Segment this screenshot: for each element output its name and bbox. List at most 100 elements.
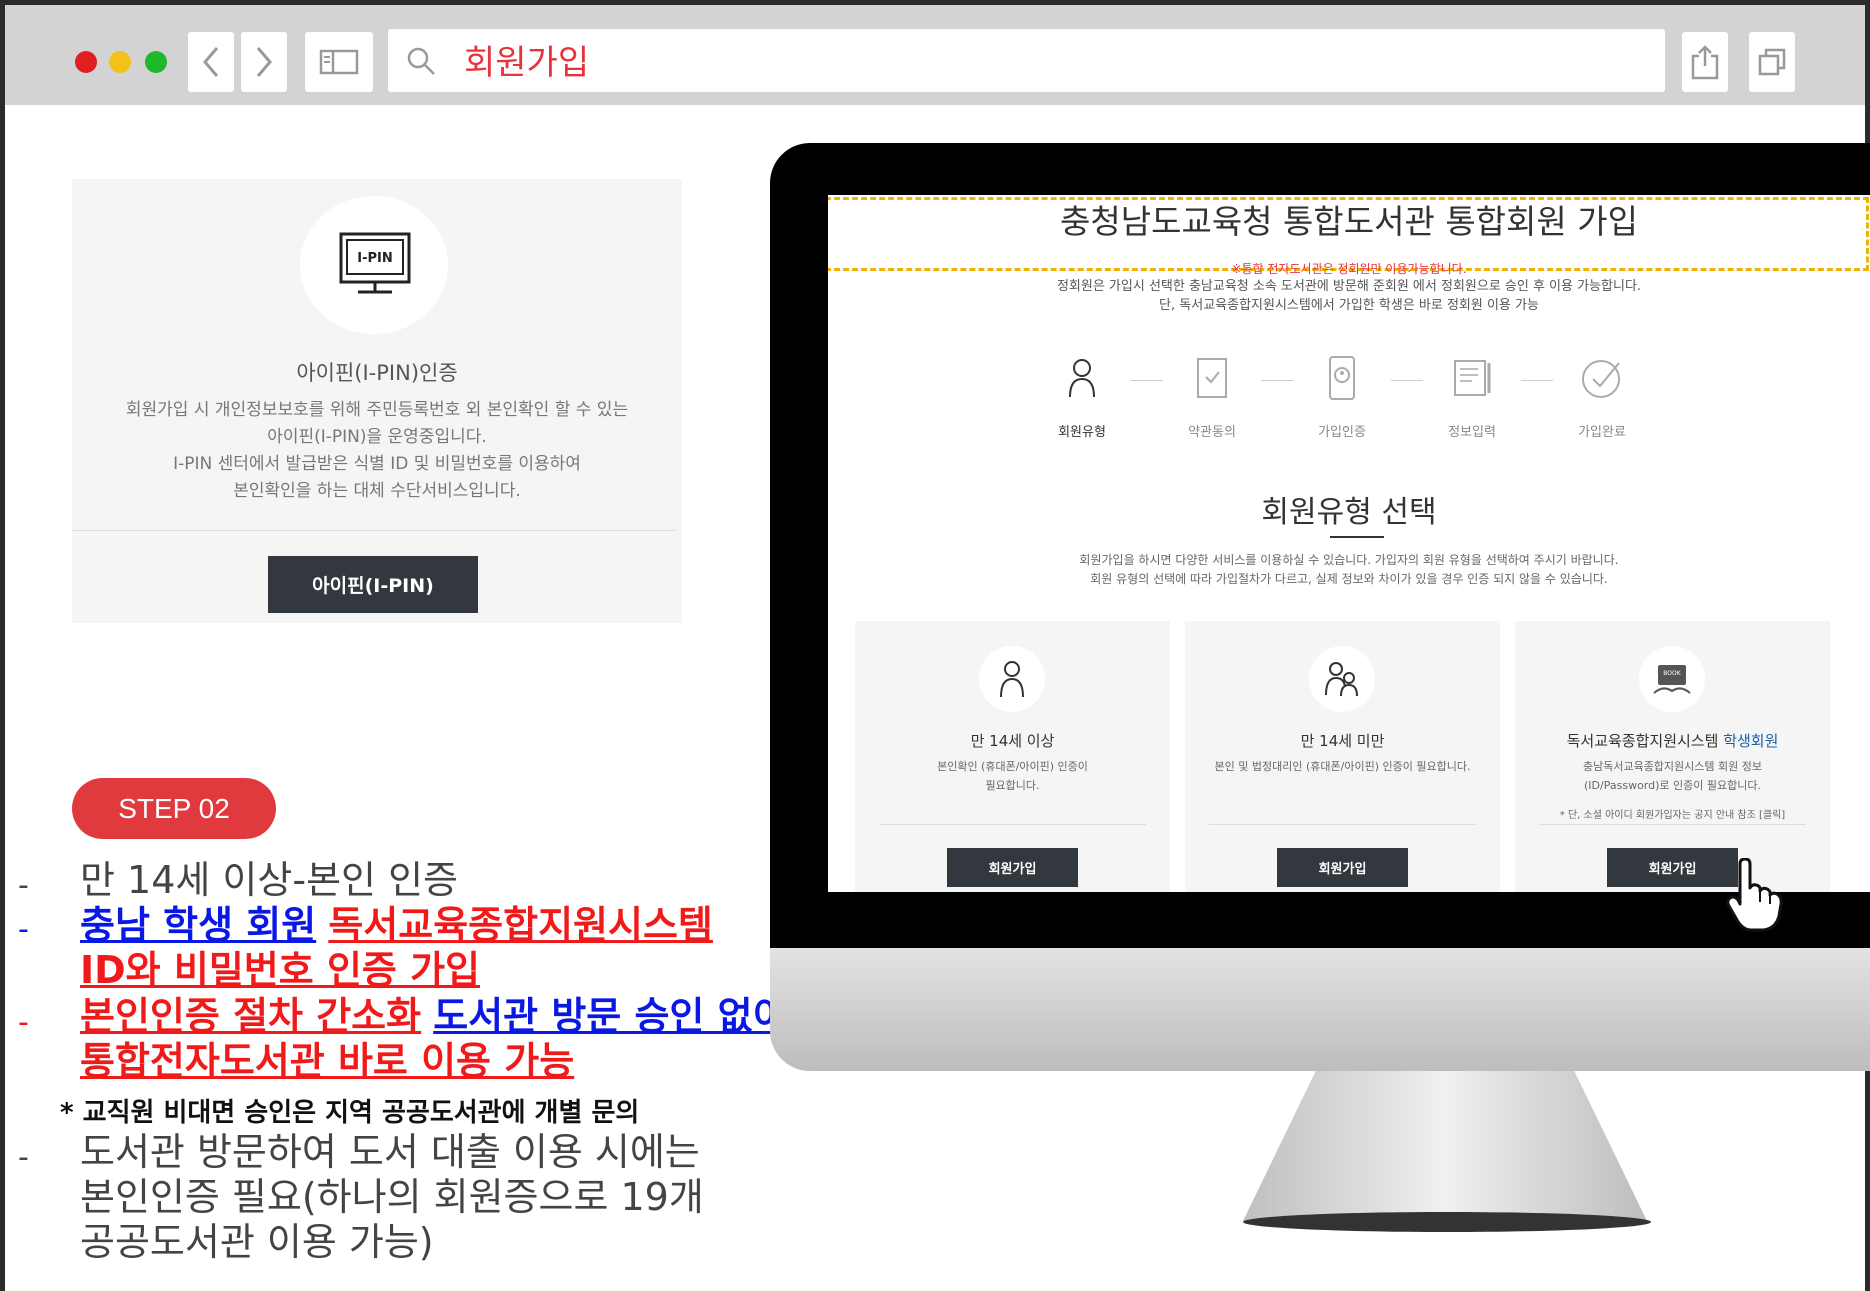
monitor-screen: 충청남도교육청 통합도서관 통합회원 가입 ※통합 전자도서관은 정회원만 이용… <box>828 195 1870 892</box>
step-connector <box>1261 380 1293 381</box>
member-card-title-main: 독서교육종합지원시스템 <box>1566 732 1719 750</box>
ipin-desc-line: 본인확인을 하는 대체 수단서비스입니다. <box>233 481 521 501</box>
tabs-button[interactable] <box>1749 32 1795 92</box>
member-type-desc-line: 회원 유형의 선택에 따라 가입절차가 다르고, 실제 정보와 차이가 있을 경… <box>1090 572 1608 586</box>
progress-step-terms: 약관동의 <box>1162 353 1262 440</box>
member-card-desc: 본인 및 법정대리인 (휴대폰/아이핀) 인증이 필요합니다. <box>1214 760 1471 773</box>
bullet-2-red: 독서교육종합지원시스템 <box>328 903 713 947</box>
member-card-minor: 만 14세 미만 본인 및 법정대리인 (휴대폰/아이핀) 인증이 필요합니다.… <box>1185 621 1500 892</box>
ipin-desc-line: 회원가입 시 개인정보보호를 위해 주민등록번호 외 본인확인 할 수 있는 <box>125 400 629 420</box>
signup-description: 정회원은 가입시 선택한 충남교육청 소속 도서관에 방문해 준회원 에서 정회… <box>828 277 1870 315</box>
ipin-title: 아이핀(I-PIN)인증 <box>296 361 458 385</box>
monitor-chin <box>770 948 1870 1071</box>
member-type-desc-line: 회원가입을 하시면 다양한 서비스를 이용하실 수 있습니다. 가입자의 회원 … <box>1079 553 1619 567</box>
forward-button[interactable] <box>241 32 287 92</box>
bullet-dash: - <box>18 868 29 903</box>
signup-notice: ※통합 전자도서관은 정회원만 이용가능합니다. <box>1231 262 1467 276</box>
step-connector <box>1391 380 1423 381</box>
bullet-2-red2: ID와 비밀번호 인증 가입 <box>80 948 481 992</box>
document-check-icon <box>1197 358 1227 398</box>
signup-button-minor[interactable]: 회원가입 <box>1277 848 1408 887</box>
bullet-3-red: 본인인증 절차 간소화 <box>80 994 422 1038</box>
member-card-student: BOOK 독서교육종합지원시스템 학생회원 충남독서교육종합지원시스템 회원 정… <box>1515 621 1830 892</box>
step-badge: STEP 02 <box>72 778 276 839</box>
check-circle-icon <box>1582 360 1620 398</box>
form-edit-icon <box>1454 360 1491 396</box>
address-bar[interactable]: 회원가입 <box>388 29 1665 92</box>
member-card-adult: 만 14세 이상 본인확인 (휴대폰/아이핀) 인증이 필요합니다. 회원가입 <box>855 621 1170 892</box>
close-window-dot[interactable] <box>75 51 97 73</box>
progress-step-label: 회원유형 <box>1058 425 1106 440</box>
progress-step-complete: 가입완료 <box>1552 353 1652 440</box>
bullet-dash: - <box>18 1140 29 1175</box>
member-card-desc: 본인확인 (휴대폰/아이핀) 인증이 필요합니다. <box>937 760 1088 792</box>
bullet-4: 도서관 방문하여 도서 대출 이용 시에는 본인인증 필요(하나의 회원증으로 … <box>80 1130 704 1265</box>
bullet-3: 본인인증 절차 간소화 도서관 방문 승인 없이 통합전자도서관 바로 이용 가… <box>80 994 790 1084</box>
bullet-dash: - <box>18 1005 29 1040</box>
search-icon <box>407 47 435 75</box>
step-connector <box>1521 380 1553 381</box>
member-card-title: 만 14세 이상 <box>970 732 1055 750</box>
tabs-icon <box>1758 48 1786 76</box>
bullet-4-line: 도서관 방문하여 도서 대출 이용 시에는 <box>80 1130 700 1174</box>
progress-step-label: 가입인증 <box>1318 425 1366 440</box>
monitor-base <box>1243 1212 1651 1232</box>
progress-step-label: 약관동의 <box>1188 425 1236 440</box>
divider <box>1209 824 1476 825</box>
phone-verify-icon <box>1329 356 1355 400</box>
bullet-1: 만 14세 이상-본인 인증 <box>80 858 458 902</box>
progress-step-label: 정보입력 <box>1448 425 1496 440</box>
member-card-title: 만 14세 미만 <box>1300 732 1385 750</box>
pointer-hand-icon <box>1726 858 1783 932</box>
share-icon <box>1691 45 1719 80</box>
progress-step-verification: 가입인증 <box>1292 353 1392 440</box>
member-card-icon-circle <box>1309 646 1375 712</box>
guardian-icon <box>1325 662 1358 697</box>
person-icon <box>1000 661 1024 698</box>
book-icon: BOOK <box>1653 665 1691 694</box>
signup-button-adult[interactable]: 회원가입 <box>947 848 1078 887</box>
member-card-icon-circle <box>979 646 1045 712</box>
divider <box>879 824 1146 825</box>
member-type-title: 회원유형 선택 <box>1261 495 1437 530</box>
divider <box>72 530 676 531</box>
bullet-4-line: 본인인증 필요(하나의 회원증으로 19개 <box>80 1175 704 1219</box>
monitor-icon: I-PIN <box>339 232 411 294</box>
ipin-desc-line: I-PIN 센터에서 발급받은 식별 ID 및 비밀번호를 이용하여 <box>173 454 581 474</box>
bullet-2-blue: 충남 학생 회원 <box>80 903 317 947</box>
browser-toolbar: 회원가입 <box>5 5 1865 105</box>
divider <box>1539 824 1806 825</box>
progress-step-member-type: 회원유형 <box>1032 353 1132 440</box>
minimize-window-dot[interactable] <box>109 51 131 73</box>
sidebar-toggle-button[interactable] <box>305 32 373 92</box>
signup-desc-line: 단, 독서교육종합지원시스템에서 가입한 학생은 바로 정회원 이용 가능 <box>1159 298 1539 313</box>
maximize-window-dot[interactable] <box>145 51 167 73</box>
book-icon-label: BOOK <box>1663 670 1681 677</box>
chevron-right-icon <box>256 47 272 77</box>
bullet-2: 충남 학생 회원 독서교육종합지원시스템 ID와 비밀번호 인증 가입 <box>80 903 780 993</box>
member-type-description: 회원가입을 하시면 다양한 서비스를 이용하실 수 있습니다. 가입자의 회원 … <box>828 551 1870 589</box>
member-card-title-highlight: 학생회원 <box>1723 732 1779 750</box>
bullet-3-blue: 도서관 방문 승인 없이 <box>433 994 788 1038</box>
social-login-note[interactable]: * 단, 소셜 아이디 회원가입자는 공지 안내 참조 [클릭] <box>1530 806 1815 821</box>
ipin-icon-label: I-PIN <box>357 251 392 266</box>
sidebar-icon <box>319 49 359 75</box>
signup-desc-line: 정회원은 가입시 선택한 충남교육청 소속 도서관에 방문해 준회원 에서 정회… <box>1056 279 1642 294</box>
person-icon <box>1069 359 1095 398</box>
progress-step-info: 정보입력 <box>1422 353 1522 440</box>
bullet-dash: - <box>18 912 29 947</box>
signup-button-student[interactable]: 회원가입 <box>1607 848 1738 887</box>
ipin-icon-circle: I-PIN <box>300 196 448 334</box>
ipin-description: 회원가입 시 개인정보보호를 위해 주민등록번호 외 본인확인 할 수 있는 아… <box>72 397 682 505</box>
address-text: 회원가입 <box>464 43 590 83</box>
step-connector <box>1131 380 1163 381</box>
ipin-desc-line: 아이핀(I-PIN)을 운영중입니다. <box>267 427 487 447</box>
ipin-card: I-PIN 아이핀(I-PIN)인증 회원가입 시 개인정보보호를 위해 주민등… <box>72 179 682 623</box>
member-card-title: 독서교육종합지원시스템 학생회원 <box>1515 730 1830 751</box>
staff-note: * 교직원 비대면 승인은 지역 공공도서관에 개별 문의 <box>60 1098 640 1128</box>
back-button[interactable] <box>188 32 234 92</box>
ipin-button[interactable]: 아이핀(I-PIN) <box>268 556 478 613</box>
title-underline <box>1330 536 1384 538</box>
member-card-desc: 충남독서교육종합지원시스템 회원 정보 (ID/Password)로 인증이 필… <box>1582 760 1763 792</box>
share-button[interactable] <box>1682 32 1728 92</box>
